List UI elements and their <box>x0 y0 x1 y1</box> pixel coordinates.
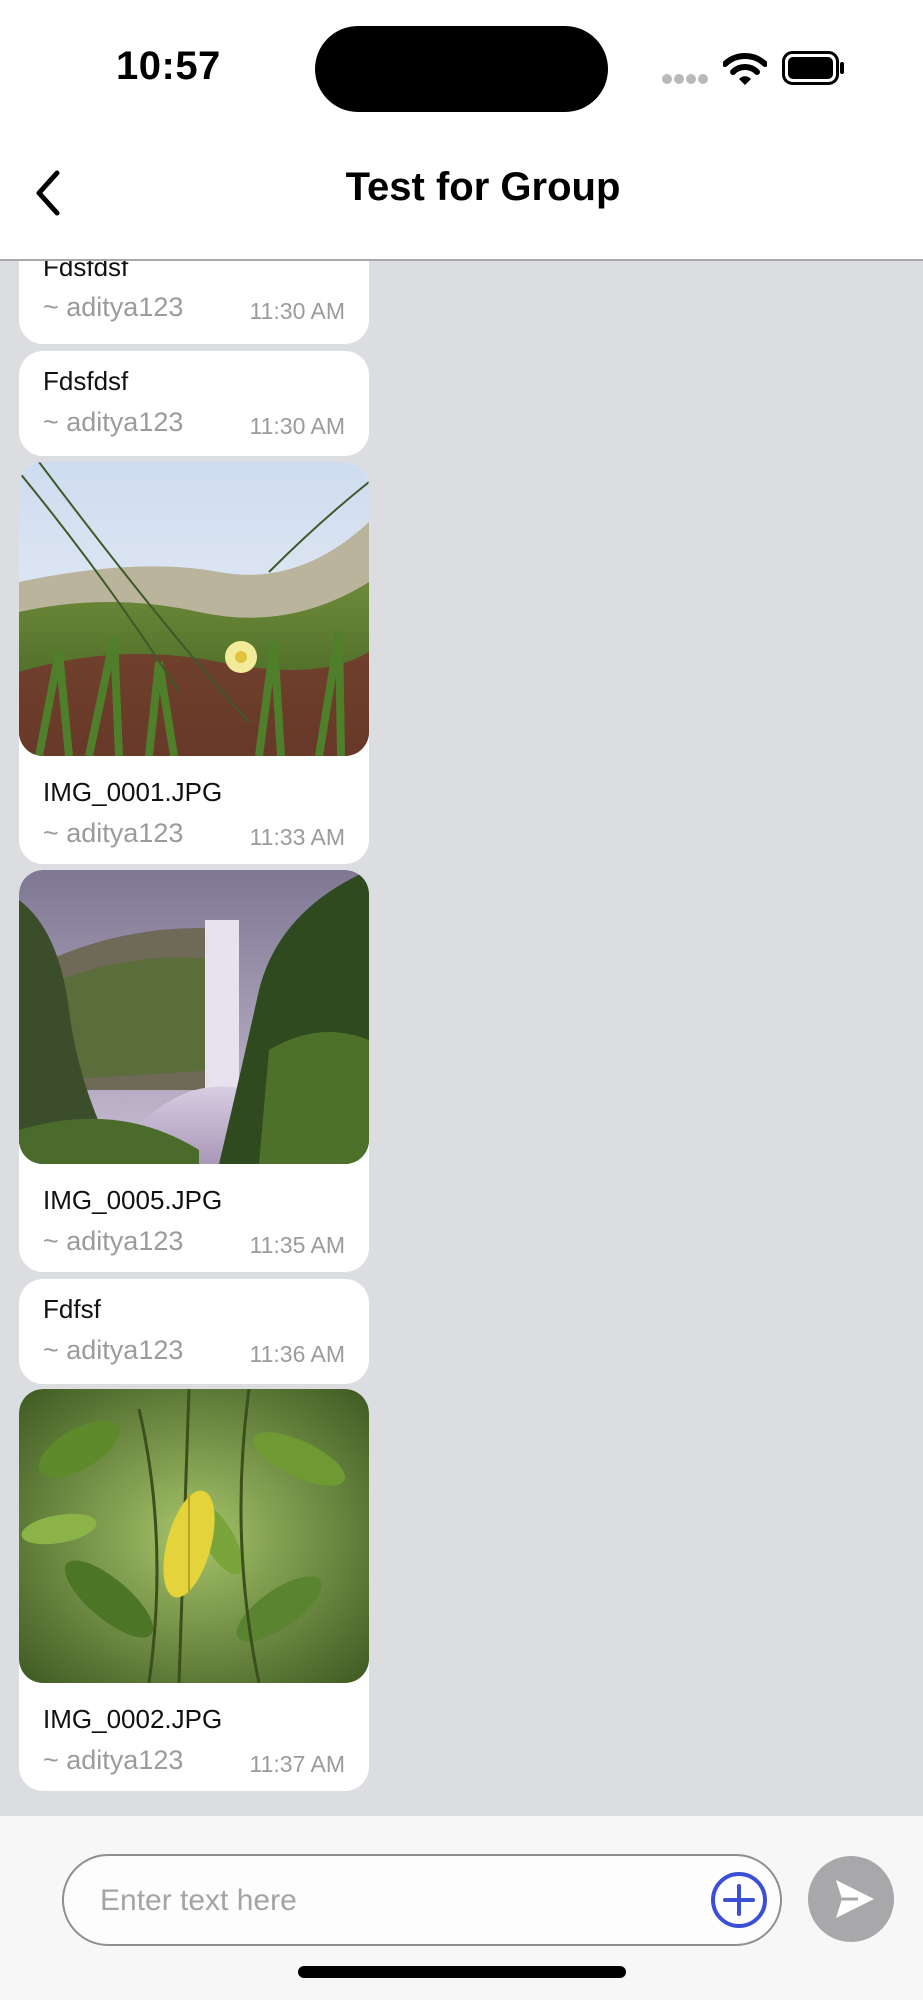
text-message[interactable]: Fdsfdsf ~ aditya123 11:30 AM <box>19 261 369 344</box>
waterfall-photo[interactable] <box>19 870 369 1164</box>
image-filename: IMG_0005.JPG <box>43 1185 223 1215</box>
green-leaves-photo[interactable] <box>19 1389 369 1683</box>
send-icon <box>836 1880 874 1918</box>
message-sender: ~ aditya123 <box>43 1226 184 1256</box>
battery-icon <box>782 51 844 85</box>
send-button[interactable] <box>808 1856 894 1942</box>
message-time: 11:35 AM <box>249 1232 345 1258</box>
dune-flower-photo[interactable] <box>19 462 369 756</box>
message-sender: ~ aditya123 <box>43 1335 184 1365</box>
home-indicator <box>298 1966 626 1978</box>
message-time: 11:37 AM <box>249 1751 345 1777</box>
message-input[interactable] <box>100 1876 660 1926</box>
image-filename: IMG_0001.JPG <box>43 777 223 807</box>
message-time: 11:30 AM <box>249 298 345 324</box>
message-text: Fdsfdsf <box>43 261 129 282</box>
message-sender: ~ aditya123 <box>43 292 184 322</box>
message-input-container <box>62 1854 782 1946</box>
message-text: Fdsfdsf <box>43 366 129 396</box>
image-message[interactable]: IMG_0005.JPG ~ aditya123 11:35 AM <box>19 870 369 1272</box>
cellular-signal-icon <box>662 74 708 84</box>
message-time: 11:36 AM <box>249 1341 345 1367</box>
image-message[interactable]: IMG_0002.JPG ~ aditya123 11:37 AM <box>19 1389 369 1791</box>
message-list[interactable]: Fdsfdsf ~ aditya123 11:30 AM Fdsfdsf ~ a… <box>0 261 923 1816</box>
status-time: 10:57 <box>116 44 221 88</box>
nav-bar: Test for Group <box>0 135 923 261</box>
text-message[interactable]: Fdfsf ~ aditya123 11:36 AM <box>19 1279 369 1384</box>
message-sender: ~ aditya123 <box>43 818 184 848</box>
dynamic-island <box>315 26 608 112</box>
message-sender: ~ aditya123 <box>43 407 184 437</box>
image-message[interactable]: IMG_0001.JPG ~ aditya123 11:33 AM <box>19 462 369 864</box>
message-sender: ~ aditya123 <box>43 1745 184 1775</box>
plus-circle-icon[interactable] <box>709 1870 769 1930</box>
status-bar: 10:57 <box>0 0 923 135</box>
message-time: 11:33 AM <box>249 824 345 850</box>
wifi-icon <box>723 53 767 85</box>
message-time: 11:30 AM <box>249 413 345 439</box>
chat-title: Test for Group <box>345 165 621 209</box>
composer-bar <box>0 1816 923 2000</box>
image-filename: IMG_0002.JPG <box>43 1704 223 1734</box>
message-text: Fdfsf <box>43 1294 101 1324</box>
text-message[interactable]: Fdsfdsf ~ aditya123 11:30 AM <box>19 351 369 456</box>
